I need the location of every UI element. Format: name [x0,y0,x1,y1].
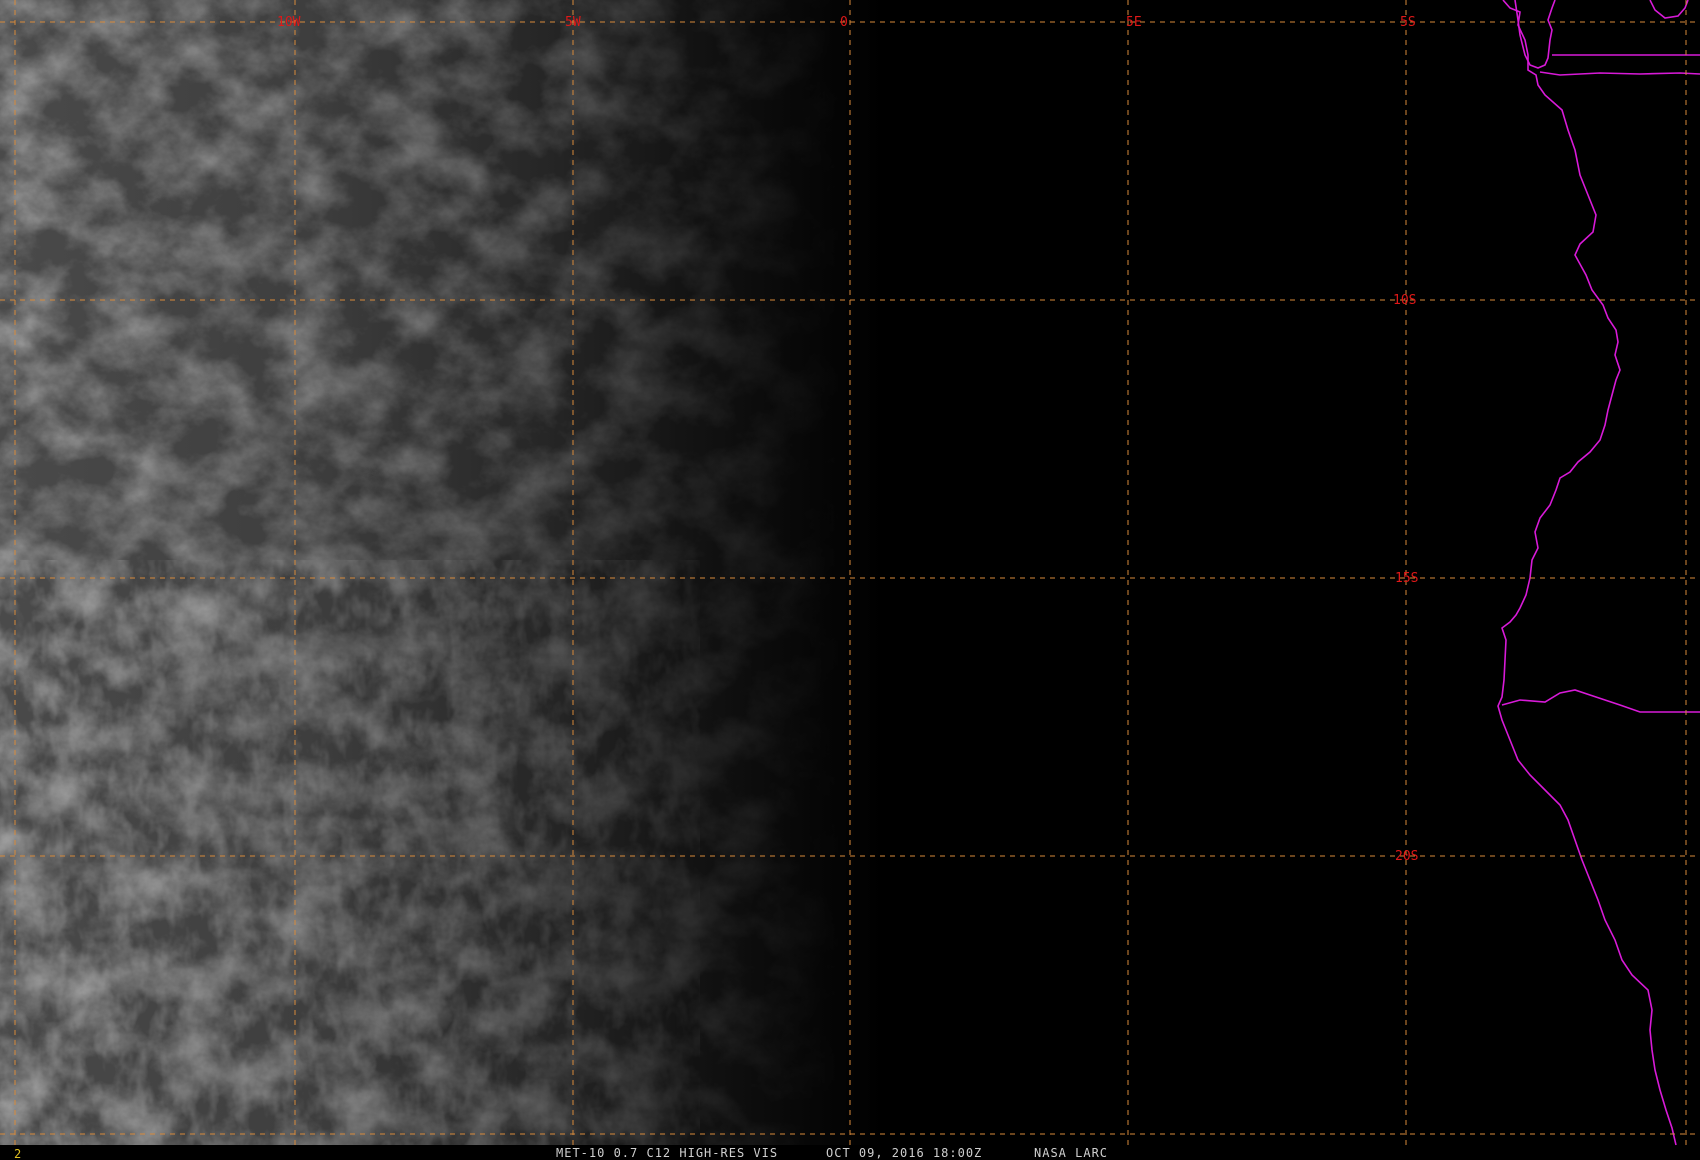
lon-label-5e: 5E [1126,15,1142,30]
lon-label-0: 0 [840,15,848,30]
lat-label-10s: 10S [1393,293,1416,308]
lat-label-20s: 20S [1395,849,1418,864]
product-timestamp: OCT 09, 2016 18:00Z [826,1146,982,1160]
lon-label-5w: 5W [565,15,581,30]
product-source: NASA LARC [1034,1146,1108,1160]
frame-number: 2 [14,1147,22,1160]
lat-label-15s: 15S [1395,571,1418,586]
product-caption: MET-10 0.7 C12 HIGH-RES VIS [556,1146,778,1160]
lat-label-5s: 5S [1400,15,1416,30]
lon-label-10w: 10W [277,15,301,30]
footer-bar: 2 MET-10 0.7 C12 HIGH-RES VIS OCT 09, 20… [0,1146,1700,1160]
satellite-image-view: 10W 5W 0 5E 5S 10S 15S 20S 2 MET-10 0.7 … [0,0,1700,1160]
